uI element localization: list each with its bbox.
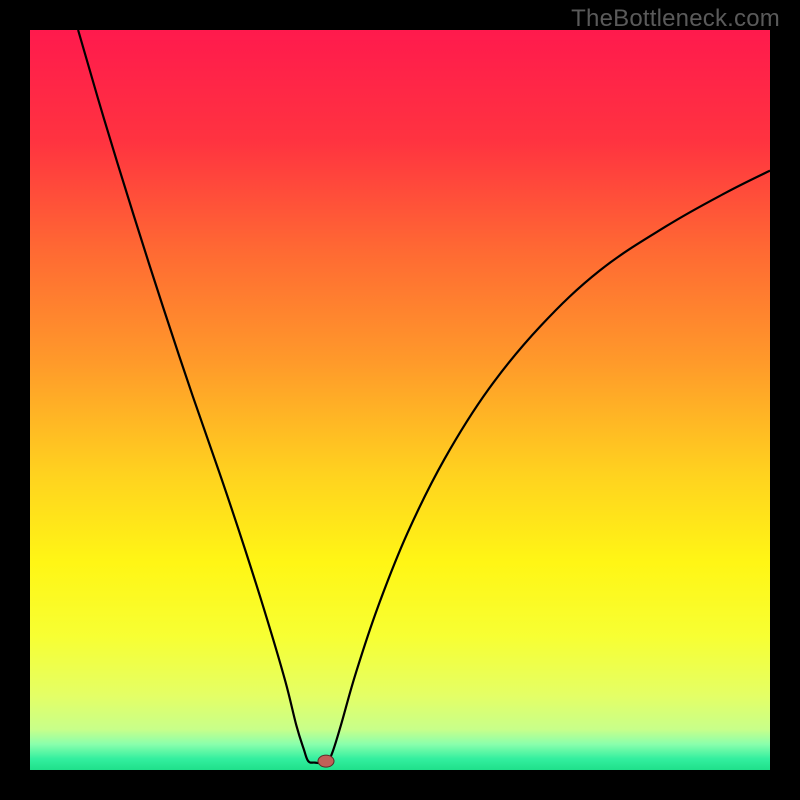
chart-canvas: [30, 30, 770, 770]
chart-frame: TheBottleneck.com: [0, 0, 800, 800]
plot-area: [30, 30, 770, 770]
optimum-marker: [318, 755, 334, 767]
gradient-background: [30, 30, 770, 770]
watermark-text: TheBottleneck.com: [571, 5, 780, 33]
